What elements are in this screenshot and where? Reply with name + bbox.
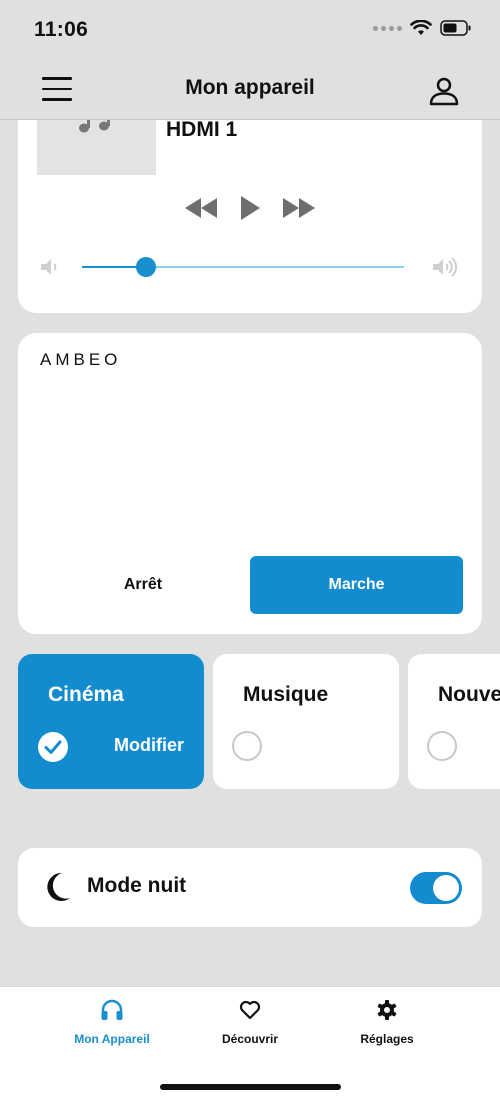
mode-name: Musique [243, 683, 329, 706]
page-title: Mon appareil [185, 76, 315, 99]
sound-mode-carousel[interactable]: Cinéma Modifier Musique Nouve [0, 654, 500, 790]
night-mode-label: Mode nuit [87, 874, 187, 897]
volume-low-icon [41, 259, 57, 275]
modify-mode-link[interactable]: Modifier [114, 735, 184, 756]
tab-bar: Mon Appareil Découvrir Réglages [0, 986, 500, 1100]
status-time: 11:06 [34, 18, 89, 41]
tab-label: Découvrir [221, 1032, 279, 1046]
home-indicator [160, 1084, 341, 1090]
volume-slider-thumb[interactable] [136, 257, 157, 277]
app-header: Mon appareil [0, 60, 500, 120]
toggle-knob [433, 875, 459, 901]
ambeo-logo: AMBEO [40, 350, 122, 369]
cellular-signal-icon [373, 25, 402, 31]
moon-icon [47, 872, 70, 901]
volume-control [40, 255, 460, 279]
transport-controls [18, 195, 482, 221]
gear-icon [377, 1000, 397, 1020]
tab-reglages[interactable]: Réglages [327, 999, 447, 1046]
mode-card-music[interactable]: Musique [213, 654, 399, 789]
status-icons [373, 20, 472, 36]
profile-icon[interactable] [428, 75, 460, 107]
volume-high-icon [433, 257, 458, 277]
tab-label: Mon Appareil [74, 1032, 150, 1046]
fast-forward-icon[interactable] [281, 196, 317, 220]
wifi-icon [410, 20, 432, 35]
night-mode-toggle[interactable] [410, 872, 462, 904]
tab-mon-appareil[interactable]: Mon Appareil [52, 999, 172, 1046]
ambeo-card: AMBEO Arrêt Marche [18, 333, 482, 634]
tab-label: Réglages [360, 1032, 414, 1046]
tab-decouvrir[interactable]: Découvrir [190, 999, 310, 1046]
headphones-icon [101, 999, 123, 1020]
mode-card-new[interactable]: Nouve [408, 654, 500, 789]
mode-name: Cinéma [48, 683, 124, 706]
mode-radio[interactable] [232, 731, 262, 761]
mode-card-cinema[interactable]: Cinéma Modifier [18, 654, 204, 789]
heart-icon [239, 1000, 261, 1020]
play-icon[interactable] [239, 195, 261, 221]
status-bar: 11:06 [0, 0, 500, 60]
player-card: HDMI 1 [18, 100, 482, 313]
volume-slider[interactable] [82, 257, 404, 277]
night-mode-card: Mode nuit [18, 848, 482, 927]
ambeo-off-button[interactable]: Arrêt [40, 556, 246, 614]
mode-radio[interactable] [427, 731, 457, 761]
mode-name: Nouve [438, 683, 500, 706]
selected-check-icon [38, 732, 68, 762]
ambeo-on-button[interactable]: Marche [250, 556, 463, 614]
battery-icon [440, 20, 471, 36]
rewind-icon[interactable] [183, 196, 219, 220]
source-label: HDMI 1 [166, 118, 238, 141]
